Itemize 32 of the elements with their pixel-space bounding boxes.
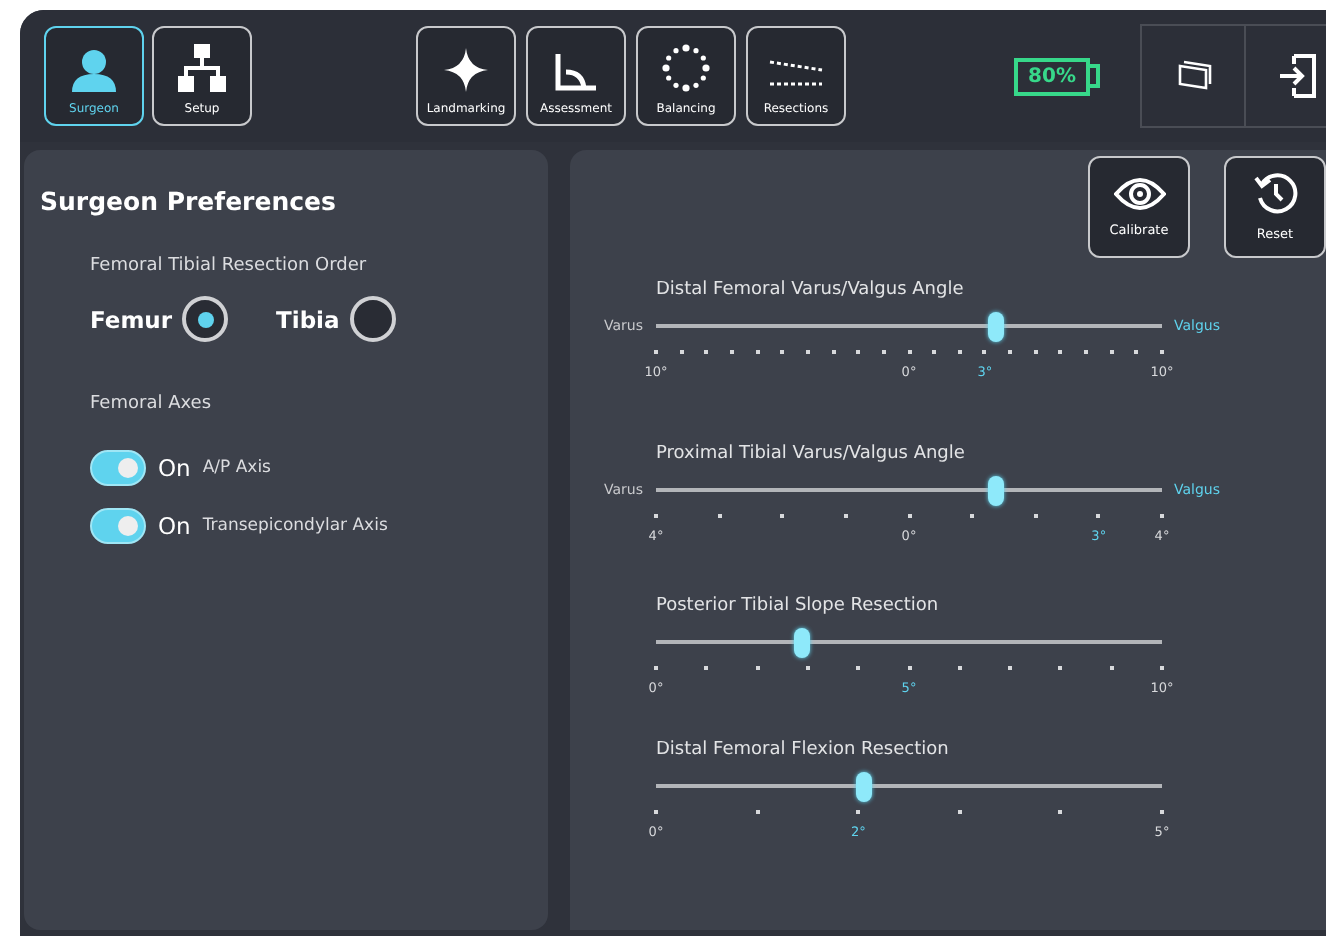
toggle-label: Transepicondylar Axis — [202, 516, 388, 536]
slider-thumb[interactable] — [856, 771, 873, 801]
slider-title: Proximal Tibial Varus/Valgus Angle — [656, 444, 967, 464]
eye-icon — [1113, 176, 1165, 212]
toggle-state: On — [158, 512, 191, 540]
slider-thumb[interactable] — [987, 311, 1004, 341]
radio-button[interactable] — [182, 296, 229, 342]
toggle-switch[interactable] — [90, 450, 146, 486]
slider-title: Posterior Tibial Slope Resection — [656, 596, 941, 616]
sparkle-icon — [444, 48, 488, 92]
protractor-icon — [554, 52, 598, 92]
radio-label: Tibia — [276, 305, 340, 333]
toggle-state: On — [158, 454, 191, 482]
radio-button[interactable] — [349, 296, 396, 342]
slider-title: Distal Femoral Flexion Resection — [656, 740, 951, 760]
toggle-switch[interactable] — [90, 508, 146, 544]
panel-title: Surgeon Preferences — [40, 186, 338, 216]
slider-thumb[interactable] — [794, 627, 811, 657]
section-label: Femoral Axes — [90, 394, 214, 414]
history-icon — [1253, 172, 1297, 216]
hierarchy-icon — [176, 44, 228, 92]
exit-icon — [1277, 54, 1317, 98]
toggle-label: A/P Axis — [202, 458, 271, 478]
tablet-icon — [1175, 60, 1211, 92]
slider-thumb[interactable] — [987, 475, 1004, 505]
loading-dots-icon — [662, 44, 710, 92]
dashed-lines-icon — [768, 56, 824, 92]
person-icon — [70, 48, 118, 92]
section-label: Femoral Tibial Resection Order — [90, 256, 369, 276]
battery-indicator: 80% — [1014, 57, 1100, 95]
radio-label: Femur — [90, 305, 173, 333]
slider-title: Distal Femoral Varus/Valgus Angle — [656, 280, 966, 300]
